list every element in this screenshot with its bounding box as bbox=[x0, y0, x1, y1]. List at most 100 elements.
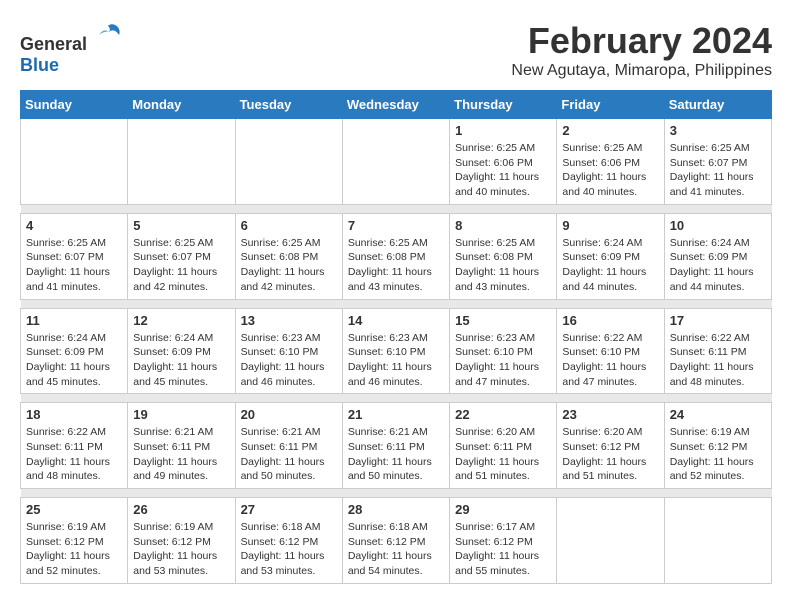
page-header: General Blue February 2024 New Agutaya, … bbox=[20, 20, 772, 80]
calendar-cell bbox=[21, 119, 128, 205]
calendar-cell: 19 Sunrise: 6:21 AM Sunset: 6:11 PM Dayli… bbox=[128, 403, 235, 489]
calendar-cell: 26 Sunrise: 6:19 AM Sunset: 6:12 PM Dayli… bbox=[128, 498, 235, 584]
calendar-cell: 22Sunrise: 6:20 AM Sunset: 6:11 PM Dayli… bbox=[450, 403, 557, 489]
calendar-cell: 29Sunrise: 6:17 AM Sunset: 6:12 PM Dayli… bbox=[450, 498, 557, 584]
divider-cell bbox=[128, 204, 235, 213]
calendar-cell: 18 Sunrise: 6:22 AM Sunset: 6:11 PM Dayli… bbox=[21, 403, 128, 489]
cell-info: Sunrise: 6:18 AM Sunset: 6:12 PM Dayligh… bbox=[241, 520, 337, 579]
cell-info: Sunrise: 6:24 AM Sunset: 6:09 PM Dayligh… bbox=[670, 236, 766, 295]
calendar-cell bbox=[128, 119, 235, 205]
divider-cell bbox=[664, 489, 771, 498]
cell-info: Sunrise: 6:20 AM Sunset: 6:12 PM Dayligh… bbox=[562, 425, 658, 484]
day-number: 16 bbox=[562, 313, 658, 328]
cell-info: Sunrise: 6:25 AM Sunset: 6:06 PM Dayligh… bbox=[562, 141, 658, 200]
calendar-cell: 23Sunrise: 6:20 AM Sunset: 6:12 PM Dayli… bbox=[557, 403, 664, 489]
cell-info: Sunrise: 6:21 AM Sunset: 6:11 PM Dayligh… bbox=[133, 425, 229, 484]
header-friday: Friday bbox=[557, 91, 664, 119]
divider-cell bbox=[664, 204, 771, 213]
calendar-week-row: 25 Sunrise: 6:19 AM Sunset: 6:12 PM Dayli… bbox=[21, 498, 772, 584]
cell-info: Sunrise: 6:25 AM Sunset: 6:07 PM Dayligh… bbox=[670, 141, 766, 200]
header-saturday: Saturday bbox=[664, 91, 771, 119]
cell-info: Sunrise: 6:24 AM Sunset: 6:09 PM Dayligh… bbox=[562, 236, 658, 295]
cell-info: Sunrise: 6:19 AM Sunset: 6:12 PM Dayligh… bbox=[670, 425, 766, 484]
day-number: 14 bbox=[348, 313, 444, 328]
cell-info: Sunrise: 6:23 AM Sunset: 6:10 PM Dayligh… bbox=[241, 331, 337, 390]
calendar-cell: 20Sunrise: 6:21 AM Sunset: 6:11 PM Dayli… bbox=[235, 403, 342, 489]
divider-cell bbox=[235, 489, 342, 498]
divider-cell bbox=[128, 489, 235, 498]
cell-info: Sunrise: 6:25 AM Sunset: 6:08 PM Dayligh… bbox=[348, 236, 444, 295]
calendar-header-row: SundayMondayTuesdayWednesdayThursdayFrid… bbox=[21, 91, 772, 119]
divider-cell bbox=[450, 204, 557, 213]
cell-info: Sunrise: 6:22 AM Sunset: 6:11 PM Dayligh… bbox=[670, 331, 766, 390]
calendar-cell: 16 Sunrise: 6:22 AM Sunset: 6:10 PM Dayli… bbox=[557, 308, 664, 394]
divider-cell bbox=[664, 394, 771, 403]
day-number: 8 bbox=[455, 218, 551, 233]
calendar-cell: 2 Sunrise: 6:25 AM Sunset: 6:06 PM Daylig… bbox=[557, 119, 664, 205]
calendar-cell: 25 Sunrise: 6:19 AM Sunset: 6:12 PM Dayli… bbox=[21, 498, 128, 584]
cell-info: Sunrise: 6:22 AM Sunset: 6:11 PM Dayligh… bbox=[26, 425, 122, 484]
logo-blue: Blue bbox=[20, 55, 59, 75]
cell-info: Sunrise: 6:19 AM Sunset: 6:12 PM Dayligh… bbox=[133, 520, 229, 579]
cell-info: Sunrise: 6:23 AM Sunset: 6:10 PM Dayligh… bbox=[455, 331, 551, 390]
day-number: 3 bbox=[670, 123, 766, 138]
divider-cell bbox=[21, 204, 128, 213]
day-number: 18 bbox=[26, 407, 122, 422]
header-wednesday: Wednesday bbox=[342, 91, 449, 119]
day-number: 26 bbox=[133, 502, 229, 517]
day-number: 17 bbox=[670, 313, 766, 328]
cell-info: Sunrise: 6:19 AM Sunset: 6:12 PM Dayligh… bbox=[26, 520, 122, 579]
calendar-cell: 12Sunrise: 6:24 AM Sunset: 6:09 PM Dayli… bbox=[128, 308, 235, 394]
cell-info: Sunrise: 6:22 AM Sunset: 6:10 PM Dayligh… bbox=[562, 331, 658, 390]
calendar-cell: 9Sunrise: 6:24 AM Sunset: 6:09 PM Daylig… bbox=[557, 213, 664, 299]
calendar-cell: 1Sunrise: 6:25 AM Sunset: 6:06 PM Daylig… bbox=[450, 119, 557, 205]
day-number: 24 bbox=[670, 407, 766, 422]
cell-info: Sunrise: 6:21 AM Sunset: 6:11 PM Dayligh… bbox=[348, 425, 444, 484]
day-number: 12 bbox=[133, 313, 229, 328]
divider-cell bbox=[557, 204, 664, 213]
calendar-cell: 10 Sunrise: 6:24 AM Sunset: 6:09 PM Dayli… bbox=[664, 213, 771, 299]
divider-cell bbox=[342, 299, 449, 308]
header-thursday: Thursday bbox=[450, 91, 557, 119]
calendar-cell bbox=[342, 119, 449, 205]
cell-info: Sunrise: 6:25 AM Sunset: 6:06 PM Dayligh… bbox=[455, 141, 551, 200]
day-number: 2 bbox=[562, 123, 658, 138]
day-number: 25 bbox=[26, 502, 122, 517]
day-number: 4 bbox=[26, 218, 122, 233]
logo: General Blue bbox=[20, 20, 124, 76]
divider-cell bbox=[21, 394, 128, 403]
cell-info: Sunrise: 6:25 AM Sunset: 6:08 PM Dayligh… bbox=[241, 236, 337, 295]
page-subtitle: New Agutaya, Mimaropa, Philippines bbox=[511, 62, 772, 80]
calendar-cell: 21 Sunrise: 6:21 AM Sunset: 6:11 PM Dayli… bbox=[342, 403, 449, 489]
calendar-cell: 15Sunrise: 6:23 AM Sunset: 6:10 PM Dayli… bbox=[450, 308, 557, 394]
divider-cell bbox=[450, 394, 557, 403]
calendar-cell: 28Sunrise: 6:18 AM Sunset: 6:12 PM Dayli… bbox=[342, 498, 449, 584]
week-divider bbox=[21, 299, 772, 308]
calendar-cell bbox=[235, 119, 342, 205]
logo-bird-icon bbox=[94, 20, 124, 50]
calendar-table: SundayMondayTuesdayWednesdayThursdayFrid… bbox=[20, 90, 772, 584]
cell-info: Sunrise: 6:24 AM Sunset: 6:09 PM Dayligh… bbox=[26, 331, 122, 390]
calendar-week-row: 11Sunrise: 6:24 AM Sunset: 6:09 PM Dayli… bbox=[21, 308, 772, 394]
day-number: 28 bbox=[348, 502, 444, 517]
divider-cell bbox=[450, 299, 557, 308]
page-title: February 2024 bbox=[511, 20, 772, 62]
calendar-cell: 27Sunrise: 6:18 AM Sunset: 6:12 PM Dayli… bbox=[235, 498, 342, 584]
cell-info: Sunrise: 6:25 AM Sunset: 6:08 PM Dayligh… bbox=[455, 236, 551, 295]
divider-cell bbox=[557, 299, 664, 308]
divider-cell bbox=[342, 204, 449, 213]
divider-cell bbox=[557, 489, 664, 498]
divider-cell bbox=[664, 299, 771, 308]
cell-info: Sunrise: 6:17 AM Sunset: 6:12 PM Dayligh… bbox=[455, 520, 551, 579]
calendar-cell: 6Sunrise: 6:25 AM Sunset: 6:08 PM Daylig… bbox=[235, 213, 342, 299]
day-number: 21 bbox=[348, 407, 444, 422]
day-number: 5 bbox=[133, 218, 229, 233]
divider-cell bbox=[342, 489, 449, 498]
cell-info: Sunrise: 6:25 AM Sunset: 6:07 PM Dayligh… bbox=[26, 236, 122, 295]
calendar-cell: 5Sunrise: 6:25 AM Sunset: 6:07 PM Daylig… bbox=[128, 213, 235, 299]
calendar-cell: 11Sunrise: 6:24 AM Sunset: 6:09 PM Dayli… bbox=[21, 308, 128, 394]
day-number: 10 bbox=[670, 218, 766, 233]
cell-info: Sunrise: 6:23 AM Sunset: 6:10 PM Dayligh… bbox=[348, 331, 444, 390]
calendar-cell: 7Sunrise: 6:25 AM Sunset: 6:08 PM Daylig… bbox=[342, 213, 449, 299]
day-number: 19 bbox=[133, 407, 229, 422]
